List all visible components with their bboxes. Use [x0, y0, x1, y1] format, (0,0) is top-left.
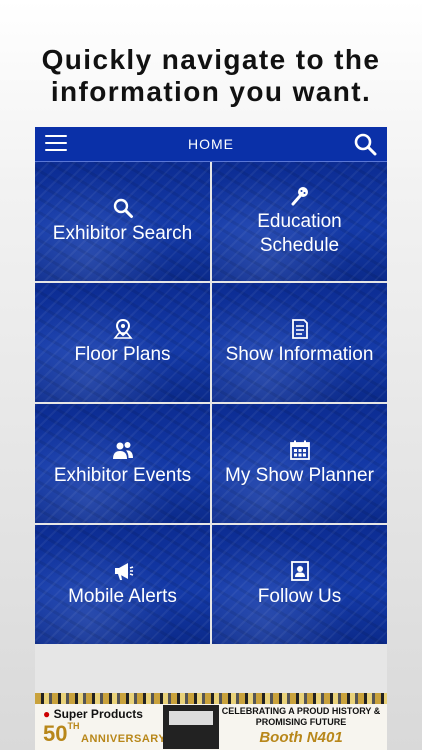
map-pin-icon [112, 318, 133, 339]
headline-line-1: Quickly navigate to the [41, 44, 381, 75]
microphone-icon [291, 187, 308, 206]
tile-education-schedule[interactable]: Education Schedule [212, 162, 387, 281]
tile-label: Mobile Alerts [68, 586, 177, 607]
tile-label: Exhibitor Events [53, 465, 192, 486]
tile-follow-us[interactable]: Follow Us [212, 525, 387, 644]
ad-brand: ● Super Products [43, 707, 143, 721]
headline-line-2: information you want. [50, 76, 372, 107]
nav-title: HOME [188, 136, 234, 152]
home-tile-grid: Exhibitor Search Education Schedule Floo… [35, 162, 387, 644]
tile-label: Show Information [225, 344, 374, 365]
calendar-icon [289, 440, 310, 460]
tile-mobile-alerts[interactable]: Mobile Alerts [35, 525, 210, 644]
people-icon [112, 442, 133, 459]
app-screen: HOME Exhibitor Search Education Schedule [35, 127, 387, 750]
megaphone-icon [114, 563, 133, 580]
tile-my-show-planner[interactable]: My Show Planner [212, 404, 387, 523]
search-icon[interactable] [353, 132, 377, 156]
tile-label: My Show Planner [225, 465, 374, 486]
tile-exhibitor-search[interactable]: Exhibitor Search [35, 162, 210, 281]
tile-exhibitor-events[interactable]: Exhibitor Events [35, 404, 210, 523]
tile-label: Floor Plans [74, 344, 171, 365]
document-icon [291, 319, 308, 339]
tile-show-information[interactable]: Show Information [212, 283, 387, 402]
sponsor-banner-ad[interactable]: ● Super Products 50TH ANNIVERSARY CELEBR… [35, 693, 387, 750]
tile-floor-plans[interactable]: Floor Plans [35, 283, 210, 402]
truck-image [163, 705, 219, 749]
top-nav-bar: HOME [35, 127, 387, 162]
ad-anniversary: ANNIVERSARY [81, 733, 167, 745]
ad-booth: Booth N401 [259, 729, 343, 746]
ad-tagline: CELEBRATING A PROUD HISTORY & PROMISING … [221, 706, 381, 727]
contact-card-icon [290, 561, 309, 581]
tile-label: Follow Us [257, 586, 342, 607]
search-icon [113, 198, 133, 218]
headline: Quickly navigate to the information you … [0, 44, 422, 108]
ad-big-number: 50TH [43, 721, 80, 746]
tile-label: Exhibitor Search [52, 223, 193, 244]
tile-label: Education Schedule [257, 211, 342, 256]
confetti-decoration [35, 693, 387, 704]
